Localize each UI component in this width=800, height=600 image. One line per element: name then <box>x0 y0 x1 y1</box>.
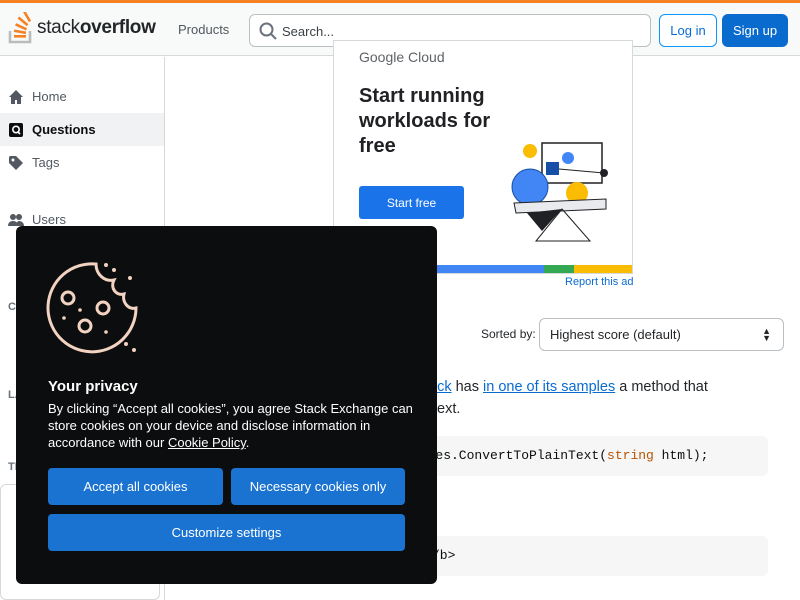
cookie-title: Your privacy <box>48 378 138 395</box>
ad-start-button[interactable]: Start free <box>359 186 464 219</box>
sidebar-item-tags[interactable]: Tags <box>0 146 164 179</box>
sidebar-item-label: Users <box>32 212 66 227</box>
sidebar-item-questions[interactable]: Questions <box>0 113 164 146</box>
cookie-description: By clicking “Accept all cookies”, you ag… <box>48 401 413 450</box>
stackoverflow-logo-icon <box>8 12 32 44</box>
logo-text: stackoverflow <box>37 17 156 38</box>
tag-icon <box>8 155 24 171</box>
ad-illustration-icon <box>511 142 608 242</box>
ad-stripe-yellow <box>574 265 632 273</box>
search-icon <box>259 22 277 40</box>
home-icon <box>8 89 24 105</box>
sidebar-item-label: Tags <box>32 155 60 170</box>
necessary-cookies-button[interactable]: Necessary cookies only <box>231 468 405 505</box>
cookie-consent-dialog: Your privacy By clicking “Accept all coo… <box>16 226 437 584</box>
code-block: ities.ConvertToPlainText(string html); <box>400 436 768 476</box>
cookie-icon <box>46 262 138 354</box>
ad-stripe-green <box>544 265 574 273</box>
sort-selected-value: Highest score (default) <box>550 327 681 342</box>
code-block: /b> <box>400 536 768 576</box>
search-input[interactable] <box>282 21 642 41</box>
site-logo[interactable]: stackoverflow <box>8 12 156 44</box>
ad-brand: Google Cloud <box>359 49 445 65</box>
products-menu[interactable]: Products <box>178 22 229 37</box>
sidebar-item-home[interactable]: Home <box>0 80 164 113</box>
questions-icon <box>8 122 24 138</box>
sidebar-item-label: Questions <box>32 122 96 137</box>
cookie-policy-link[interactable]: Cookie Policy <box>168 435 246 450</box>
sort-label: Sorted by: <box>481 327 536 341</box>
sort-select[interactable]: Highest score (default) ▲ ▼ <box>539 318 784 351</box>
report-ad-link[interactable]: Report this ad <box>565 276 633 288</box>
customize-settings-button[interactable]: Customize settings <box>48 514 405 551</box>
login-button[interactable]: Log in <box>659 14 717 47</box>
answer-samples-link[interactable]: in one of its samples <box>483 379 615 395</box>
sidebar-item-label: Home <box>32 89 67 104</box>
signup-button[interactable]: Sign up <box>722 14 788 47</box>
accept-all-cookies-button[interactable]: Accept all cookies <box>48 468 223 505</box>
sort-caret-icon: ▲ ▼ <box>762 326 771 343</box>
